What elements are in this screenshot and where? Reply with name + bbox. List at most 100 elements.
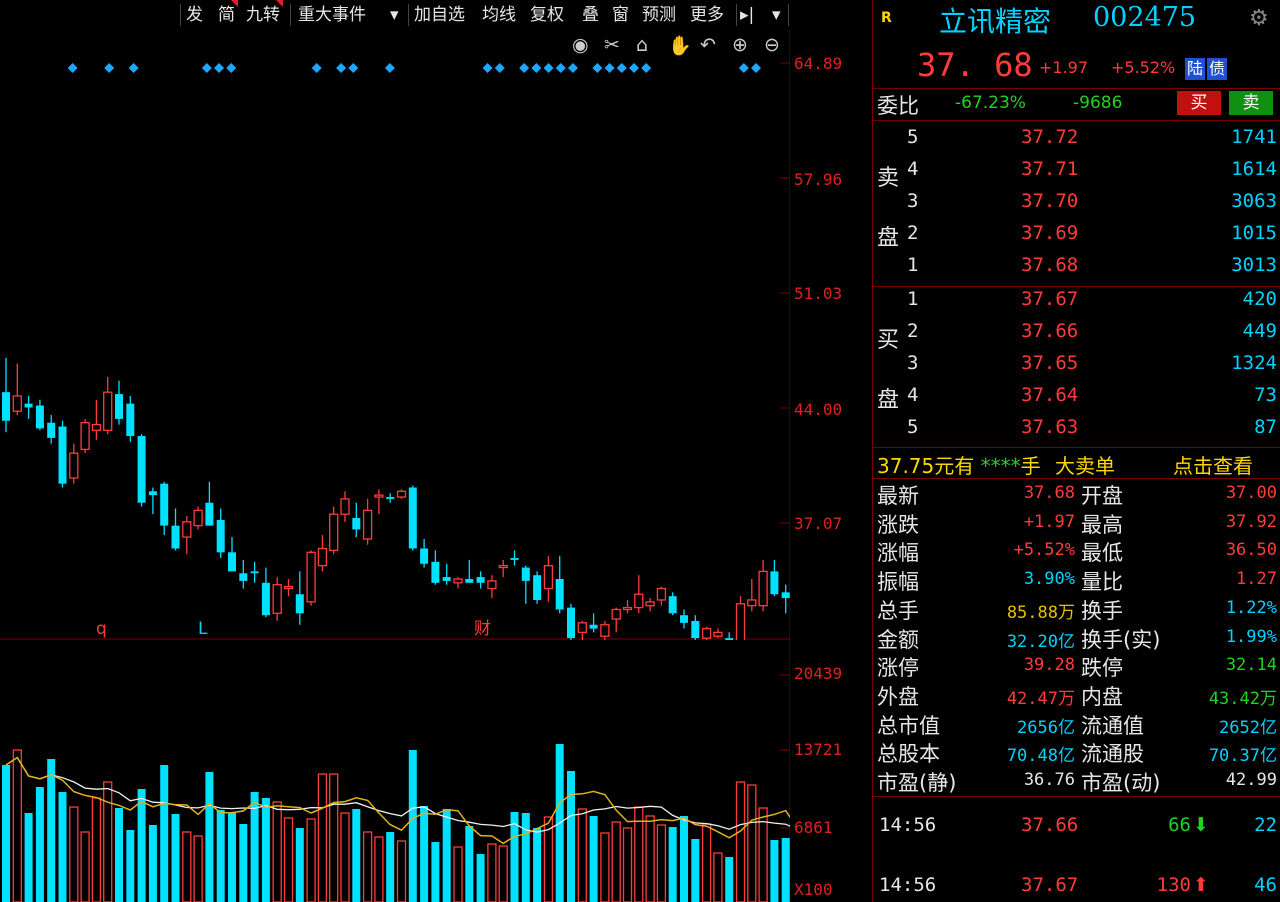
toolbar-divider bbox=[736, 4, 737, 26]
candle bbox=[555, 556, 564, 614]
volume-bar bbox=[329, 773, 339, 902]
sell-button[interactable]: 卖 bbox=[1229, 91, 1273, 115]
event-diamond[interactable] bbox=[226, 63, 237, 73]
candle bbox=[622, 599, 633, 614]
bid-level-row[interactable]: 3 37.65 1324 bbox=[873, 348, 1280, 378]
event-diamond[interactable] bbox=[104, 63, 115, 73]
volume-bar bbox=[691, 839, 700, 902]
price-change: +1.97 bbox=[1039, 58, 1089, 77]
stat-value: 37.92 bbox=[1225, 511, 1277, 532]
ask-level-row[interactable]: 2 37.69 1015 bbox=[873, 218, 1280, 248]
event-diamond[interactable] bbox=[592, 63, 603, 73]
event-diamond[interactable] bbox=[751, 63, 762, 73]
gear-icon[interactable]: ⚙ bbox=[1249, 6, 1269, 31]
event-diamond[interactable] bbox=[214, 63, 225, 73]
toolbar-item-4[interactable]: ▾ bbox=[390, 0, 399, 30]
price-change-pct: +5.52% bbox=[1111, 58, 1176, 77]
toolbar-item-9[interactable]: 窗 bbox=[612, 0, 629, 30]
toolbar-item-13[interactable]: ▾ bbox=[772, 0, 781, 30]
buy-button[interactable]: 买 bbox=[1177, 91, 1221, 115]
event-diamond[interactable] bbox=[384, 63, 395, 73]
candle bbox=[725, 632, 734, 640]
event-diamond[interactable] bbox=[201, 63, 212, 73]
stat-value: 39.28 bbox=[1023, 655, 1075, 676]
toolbar-item-12[interactable]: ▸| bbox=[740, 0, 754, 30]
view-detail-link[interactable]: 点击查看 bbox=[1173, 450, 1253, 479]
toolbar-item-5[interactable]: 加自选 bbox=[414, 0, 465, 30]
candlestick-chart[interactable]: qL财 bbox=[0, 30, 790, 640]
toolbar-item-2[interactable]: 九转 bbox=[246, 0, 283, 30]
stat-label: 市盈(动) bbox=[1081, 771, 1161, 795]
bond-badge[interactable]: 债 bbox=[1207, 58, 1227, 80]
ask-level-row[interactable]: 4 37.71 1614 bbox=[873, 154, 1280, 184]
volume-bar bbox=[272, 801, 282, 902]
price-tick-label: 37.07 bbox=[794, 514, 843, 533]
event-diamond[interactable] bbox=[348, 63, 359, 73]
volume-bar bbox=[261, 798, 270, 902]
arrow-down-icon: ⬇ bbox=[1193, 814, 1209, 836]
toolbar-item-8[interactable]: 叠 bbox=[582, 0, 599, 30]
event-diamond[interactable] bbox=[128, 63, 139, 73]
event-diamond[interactable] bbox=[616, 63, 627, 73]
volume-bar bbox=[58, 792, 67, 902]
level-volume: 420 bbox=[1242, 288, 1277, 310]
toolbar-item-6[interactable]: 均线 bbox=[482, 0, 516, 30]
stat-label: 涨幅 bbox=[877, 541, 919, 566]
volume-bar bbox=[521, 813, 530, 902]
bid-level-row[interactable]: 2 37.66 449 bbox=[873, 316, 1280, 346]
ask-level-row[interactable]: 1 37.68 3013 bbox=[873, 250, 1280, 280]
ask-level-row[interactable]: 3 37.70 3063 bbox=[873, 186, 1280, 216]
level-volume: 73 bbox=[1254, 384, 1277, 406]
event-marker[interactable]: L bbox=[198, 619, 208, 639]
big-order-alert[interactable]: 37.75元有 ****手 大卖单 bbox=[877, 450, 1115, 479]
candle bbox=[69, 443, 79, 484]
ask-level-row[interactable]: 5 37.72 1741 bbox=[873, 122, 1280, 152]
event-diamond[interactable] bbox=[67, 63, 78, 73]
event-diamond[interactable] bbox=[482, 63, 493, 73]
event-diamond[interactable] bbox=[531, 63, 542, 73]
volume-bar bbox=[408, 750, 417, 902]
event-diamond[interactable] bbox=[336, 63, 347, 73]
toolbar-item-10[interactable]: 预测 bbox=[642, 0, 676, 30]
volume-chart[interactable] bbox=[0, 640, 790, 902]
event-diamond[interactable] bbox=[738, 63, 749, 73]
event-marker[interactable]: 财 bbox=[474, 619, 491, 639]
bid-level-row[interactable]: 5 37.63 87 bbox=[873, 412, 1280, 442]
level-volume: 1015 bbox=[1231, 222, 1277, 244]
candle bbox=[543, 556, 554, 602]
toolbar-item-0[interactable]: 发 bbox=[186, 0, 203, 30]
stat-label: 最新 bbox=[877, 484, 919, 508]
volume-bar bbox=[431, 842, 440, 902]
tick-row: 14:56 37.66 66 ⬇ 22 bbox=[873, 814, 1280, 840]
volume-bar bbox=[103, 781, 113, 902]
candle bbox=[758, 559, 768, 612]
candle bbox=[453, 577, 463, 589]
event-diamond[interactable] bbox=[567, 63, 578, 73]
volume-bar bbox=[148, 825, 157, 902]
event-diamond[interactable] bbox=[519, 63, 530, 73]
event-diamond[interactable] bbox=[628, 63, 639, 73]
event-diamond[interactable] bbox=[311, 63, 322, 73]
level-price: 37.64 bbox=[1021, 384, 1079, 406]
event-diamond[interactable] bbox=[641, 63, 652, 73]
volume-bar bbox=[239, 824, 248, 902]
candle bbox=[58, 420, 67, 488]
toolbar-item-3[interactable]: 重大事件 bbox=[298, 0, 366, 30]
hk-connect-badge[interactable]: 陆 bbox=[1185, 58, 1205, 80]
volume-bar bbox=[589, 816, 598, 902]
toolbar-item-1[interactable]: 简 bbox=[218, 0, 238, 30]
event-diamond[interactable] bbox=[604, 63, 615, 73]
event-diamond[interactable] bbox=[543, 63, 554, 73]
big-order-price: 37.75 bbox=[877, 454, 935, 478]
stat-value: 42.47万 bbox=[1006, 688, 1075, 709]
toolbar-item-7[interactable]: 复权 bbox=[530, 0, 564, 30]
volume-bar bbox=[12, 749, 22, 902]
candle bbox=[91, 399, 102, 440]
toolbar-item-11[interactable]: 更多 bbox=[690, 0, 724, 30]
event-diamond[interactable] bbox=[494, 63, 505, 73]
event-diamond[interactable] bbox=[555, 63, 566, 73]
bid-level-row[interactable]: 4 37.64 73 bbox=[873, 380, 1280, 410]
event-marker[interactable]: q bbox=[96, 619, 107, 639]
volume-bar bbox=[713, 852, 723, 902]
bid-level-row[interactable]: 1 37.67 420 bbox=[873, 284, 1280, 314]
